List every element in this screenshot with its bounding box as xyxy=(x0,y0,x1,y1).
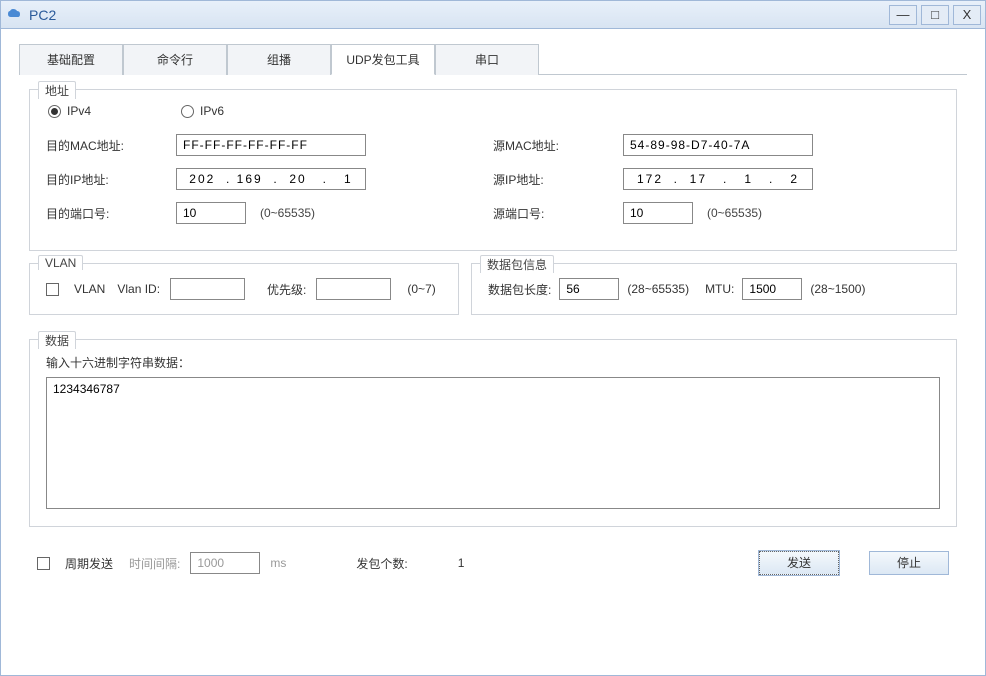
data-legend: 数据 xyxy=(38,331,76,349)
ipv6-radio-label: IPv6 xyxy=(200,104,224,118)
src-ip-label: 源IP地址: xyxy=(493,171,593,188)
mtu-label: MTU: xyxy=(705,282,734,296)
vlan-priority-hint: (0~7) xyxy=(407,282,435,296)
packet-length-label: 数据包长度: xyxy=(488,281,551,298)
interval-label: 时间间隔: xyxy=(129,555,180,572)
send-count-value: 1 xyxy=(458,556,465,570)
periodic-send-label: 周期发送 xyxy=(65,555,113,572)
ip-version-radio-group: IPv4 IPv6 xyxy=(46,104,940,118)
dest-mac-input[interactable] xyxy=(176,134,366,156)
ipv4-radio-label: IPv4 xyxy=(67,104,91,118)
address-fieldset: 地址 IPv4 IPv6 目的MAC地址: xyxy=(29,89,957,251)
packet-length-input[interactable] xyxy=(559,278,619,300)
content-area: 基础配置 命令行 组播 UDP发包工具 串口 地址 IPv4 IPv6 xyxy=(1,29,985,599)
src-port-label: 源端口号: xyxy=(493,205,593,222)
periodic-send-checkbox[interactable] xyxy=(37,557,50,570)
interval-input[interactable] xyxy=(190,552,260,574)
vlan-id-input[interactable] xyxy=(170,278,245,300)
vlan-priority-label: 优先级: xyxy=(267,281,306,298)
window-controls: — □ X xyxy=(885,5,981,25)
mtu-input[interactable] xyxy=(742,278,802,300)
dest-port-hint: (0~65535) xyxy=(260,206,315,220)
send-count-label: 发包个数: xyxy=(356,555,407,572)
hex-input-label: 输入十六进制字符串数据： xyxy=(46,354,940,371)
vlan-fieldset: VLAN VLAN Vlan ID: 优先级: (0~7) xyxy=(29,263,459,315)
packet-info-legend: 数据包信息 xyxy=(480,255,554,273)
radio-icon xyxy=(48,105,61,118)
dest-ip-label: 目的IP地址: xyxy=(46,171,146,188)
src-ip-input[interactable] xyxy=(623,168,813,190)
minimize-button[interactable]: — xyxy=(889,5,917,25)
vlan-legend: VLAN xyxy=(38,255,83,270)
stop-button[interactable]: 停止 xyxy=(869,551,949,575)
app-window: PC2 — □ X 基础配置 命令行 组播 UDP发包工具 串口 地址 IPv4 xyxy=(0,0,986,676)
src-port-hint: (0~65535) xyxy=(707,206,762,220)
src-port-input[interactable] xyxy=(623,202,693,224)
vlan-checkbox[interactable] xyxy=(46,283,59,296)
packet-info-fieldset: 数据包信息 数据包长度: (28~65535) MTU: (28~1500) xyxy=(471,263,957,315)
vlan-priority-input[interactable] xyxy=(316,278,391,300)
send-button[interactable]: 发送 xyxy=(759,551,839,575)
tab-cli[interactable]: 命令行 xyxy=(123,44,227,75)
dest-mac-label: 目的MAC地址: xyxy=(46,137,146,154)
src-mac-input[interactable] xyxy=(623,134,813,156)
tab-bar: 基础配置 命令行 组播 UDP发包工具 串口 xyxy=(19,43,967,75)
tab-multicast[interactable]: 组播 xyxy=(227,44,331,75)
address-legend: 地址 xyxy=(38,81,76,99)
maximize-button[interactable]: □ xyxy=(921,5,949,25)
ipv4-radio[interactable]: IPv4 xyxy=(48,104,91,118)
close-button[interactable]: X xyxy=(953,5,981,25)
tab-body: 地址 IPv4 IPv6 目的MAC地址: xyxy=(19,75,967,585)
radio-icon xyxy=(181,105,194,118)
packet-length-hint: (28~65535) xyxy=(627,282,689,296)
dest-ip-input[interactable] xyxy=(176,168,366,190)
data-fieldset: 数据 输入十六进制字符串数据： xyxy=(29,339,957,527)
vlan-checkbox-label: VLAN xyxy=(74,282,105,296)
vlan-id-label: Vlan ID: xyxy=(117,282,160,296)
hex-data-textarea[interactable] xyxy=(46,377,940,509)
bottom-controls: 周期发送 时间间隔: ms 发包个数: 1 发送 停止 xyxy=(29,539,957,579)
titlebar: PC2 — □ X xyxy=(1,1,985,29)
tab-basic-config[interactable]: 基础配置 xyxy=(19,44,123,75)
src-mac-label: 源MAC地址: xyxy=(493,137,593,154)
tab-serial[interactable]: 串口 xyxy=(435,44,539,75)
app-logo-icon xyxy=(5,6,23,24)
tab-udp-tool[interactable]: UDP发包工具 xyxy=(331,44,435,75)
ipv6-radio[interactable]: IPv6 xyxy=(181,104,224,118)
interval-unit: ms xyxy=(270,556,286,570)
dest-port-label: 目的端口号: xyxy=(46,205,146,222)
mtu-hint: (28~1500) xyxy=(810,282,865,296)
dest-port-input[interactable] xyxy=(176,202,246,224)
window-title: PC2 xyxy=(29,7,885,23)
